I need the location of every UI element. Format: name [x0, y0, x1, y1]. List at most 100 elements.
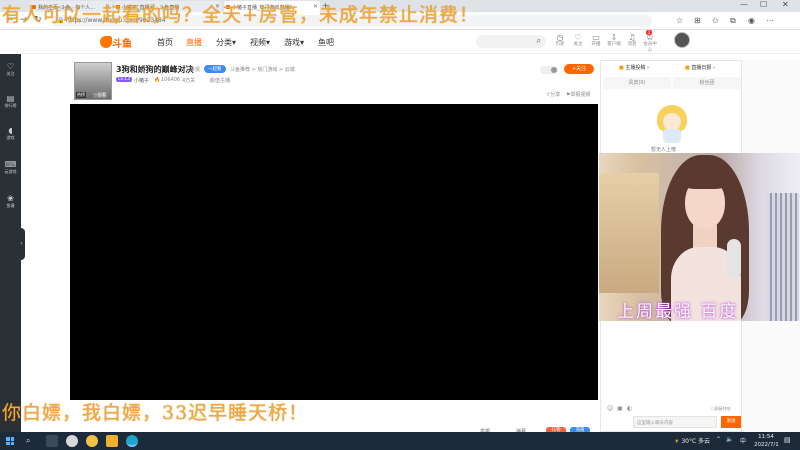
site-header: 斗鱼 首页 直播 分类▾ 视频▾ 游戏▾ 鱼吧 ⌕ ◷ 历史 ♡ 关注 ▭ 开播…: [24, 30, 800, 54]
fish-logo-icon: [100, 36, 112, 48]
star-icon[interactable]: ☆: [676, 16, 683, 25]
microphone-icon: [727, 239, 741, 279]
clock-icon: ◷: [556, 33, 564, 42]
maximize-icon[interactable]: ☐: [760, 0, 767, 9]
weather-text: 30°C 多云: [681, 438, 711, 445]
file-explorer-icon[interactable]: [106, 435, 118, 447]
messages-button[interactable]: ♫ 消息: [624, 33, 640, 48]
start-stream-button[interactable]: ▭ 开播: [588, 33, 604, 48]
clock[interactable]: 11:54 2022/7/1: [754, 433, 779, 449]
list-icon: ▤: [6, 94, 15, 103]
overlay-bottom-text: 你白嫖，我白嫖，33迟早睡天桥！: [2, 402, 309, 424]
bell-icon: ♫: [628, 33, 636, 42]
avatar-tag: 一起看: [93, 92, 107, 98]
nav-home[interactable]: 首页: [157, 37, 173, 48]
notification-center-icon[interactable]: ▤: [784, 436, 791, 444]
watch-together-tag[interactable]: 一起看: [204, 65, 226, 73]
clock-time: 11:54: [758, 434, 774, 440]
sun-icon: ☀: [674, 438, 680, 445]
send-button[interactable]: 发送: [721, 416, 741, 428]
chevron-down-icon: ▾: [300, 38, 305, 47]
report-video-button[interactable]: ⚑举报视频: [566, 91, 591, 98]
input-method[interactable]: 中: [740, 436, 746, 445]
room-title: 3狗和娇狗的巅峰对决: [116, 65, 194, 74]
history-button[interactable]: ◷ 历史: [552, 33, 568, 48]
report-link[interactable]: 举报: [190, 66, 200, 73]
tab-vip-list[interactable]: 贵宾(0): [603, 77, 671, 89]
search-icon[interactable]: ⌕: [26, 436, 30, 446]
douyu-logo[interactable]: 斗鱼: [100, 36, 134, 50]
profile-icon[interactable]: ◉: [748, 16, 755, 25]
breadcrumb[interactable]: 斗鱼推荐 > 热门游戏 > 云端: [230, 66, 295, 73]
sidebar-item-label: 游戏: [6, 135, 15, 140]
follow-label: 关注: [573, 42, 583, 47]
nav-fishbar[interactable]: 鱼吧: [318, 37, 334, 48]
video-player[interactable]: [70, 104, 598, 400]
gift-icon[interactable]: ▣: [617, 405, 623, 412]
more-icon[interactable]: ⋯: [766, 16, 774, 25]
search-icon[interactable]: ⌕: [537, 36, 541, 46]
sidebar-item-fishpond[interactable]: ❀ 鱼塘: [0, 194, 21, 209]
mascot-image: [655, 105, 689, 145]
task-view-icon[interactable]: [46, 435, 58, 447]
chevron-up-icon[interactable]: ⌃: [716, 436, 721, 443]
weather-widget[interactable]: ☀ 30°C 多云: [674, 436, 710, 445]
sidebar-item-game[interactable]: ◖ 游戏: [0, 126, 21, 141]
start-stream-label: 开播: [591, 42, 601, 47]
client-button[interactable]: ⇩ 客户端: [606, 33, 622, 48]
curtain-shape: [767, 193, 799, 321]
extensions-icon[interactable]: ⊞: [694, 16, 701, 25]
vip-center-button[interactable]: ♔ 会员中心: [642, 33, 658, 54]
fan-count: 4万关: [182, 78, 196, 84]
tab-label: 主播投稿: [625, 65, 646, 71]
nav-live[interactable]: 直播: [186, 37, 202, 48]
search-input[interactable]: ⌕: [476, 35, 546, 48]
sidebar-item-ranking[interactable]: ▤ 排行榜: [0, 94, 21, 109]
user-avatar[interactable]: [674, 32, 690, 48]
sidebar-item-cloud-game[interactable]: ⌨ 云游戏: [0, 160, 21, 175]
block-effects-checkbox[interactable]: ☐屏蔽特效: [711, 406, 731, 412]
favorites-icon[interactable]: ✩: [712, 16, 719, 25]
sidebar-item-label: 关注: [6, 71, 15, 76]
chevron-down-icon: ▾: [266, 38, 271, 47]
rank-label: 颜值主播: [210, 78, 231, 84]
room-avatar[interactable]: 热榜 一起看: [74, 62, 112, 100]
edge-icon[interactable]: [126, 435, 138, 447]
volume-icon[interactable]: 🔈: [726, 436, 733, 443]
color-icon[interactable]: ◐: [627, 405, 632, 412]
level-badge: Lv.13: [116, 77, 132, 82]
follow-list-button[interactable]: ♡ 关注: [570, 33, 586, 48]
tab-fan-club[interactable]: 粉丝团: [673, 77, 741, 89]
collections-icon[interactable]: ⧉: [730, 16, 736, 26]
shelf-shape: [599, 173, 659, 293]
nav-game-label: 游戏: [284, 38, 300, 47]
download-icon: ⇩: [610, 33, 618, 42]
nav-game[interactable]: 游戏▾: [284, 37, 304, 48]
sidebar-item-label: 排行榜: [4, 103, 17, 108]
sidebar-collapse-handle[interactable]: ›: [18, 228, 25, 260]
heat-value: 106406: [161, 77, 181, 83]
emoji-icon[interactable]: ☺: [607, 405, 613, 412]
tab-submissions[interactable]: ■ 主播投稿 ›: [619, 64, 649, 71]
history-label: 历史: [555, 42, 565, 47]
share-button[interactable]: ⇪分享: [546, 91, 560, 98]
sidebar-item-follow[interactable]: ♡ 关注: [0, 62, 21, 77]
chevron-right-icon: ›: [712, 65, 715, 71]
heart-icon: ♡: [6, 62, 15, 71]
minimize-icon[interactable]: —: [740, 0, 748, 9]
close-window-icon[interactable]: ✕: [782, 0, 789, 9]
tab-daily[interactable]: ■ 直播日报 ›: [685, 64, 715, 71]
nav-video[interactable]: 视频▾: [250, 37, 270, 48]
streamer-name[interactable]: 小猪子: [134, 77, 149, 84]
toggle-knob: [551, 67, 557, 73]
notify-toggle[interactable]: [540, 66, 558, 74]
heart-icon: ♡: [574, 33, 582, 42]
windows-start-icon[interactable]: [6, 437, 14, 445]
chrome-icon[interactable]: [66, 435, 78, 447]
chat-input[interactable]: 这里输入聊天内容: [633, 416, 717, 428]
follow-button-label: 关注: [576, 66, 587, 72]
follow-button[interactable]: +关注: [564, 64, 594, 74]
nav-category[interactable]: 分类▾: [216, 37, 236, 48]
camera-icon: ▭: [592, 33, 600, 42]
app-icon[interactable]: [86, 435, 98, 447]
